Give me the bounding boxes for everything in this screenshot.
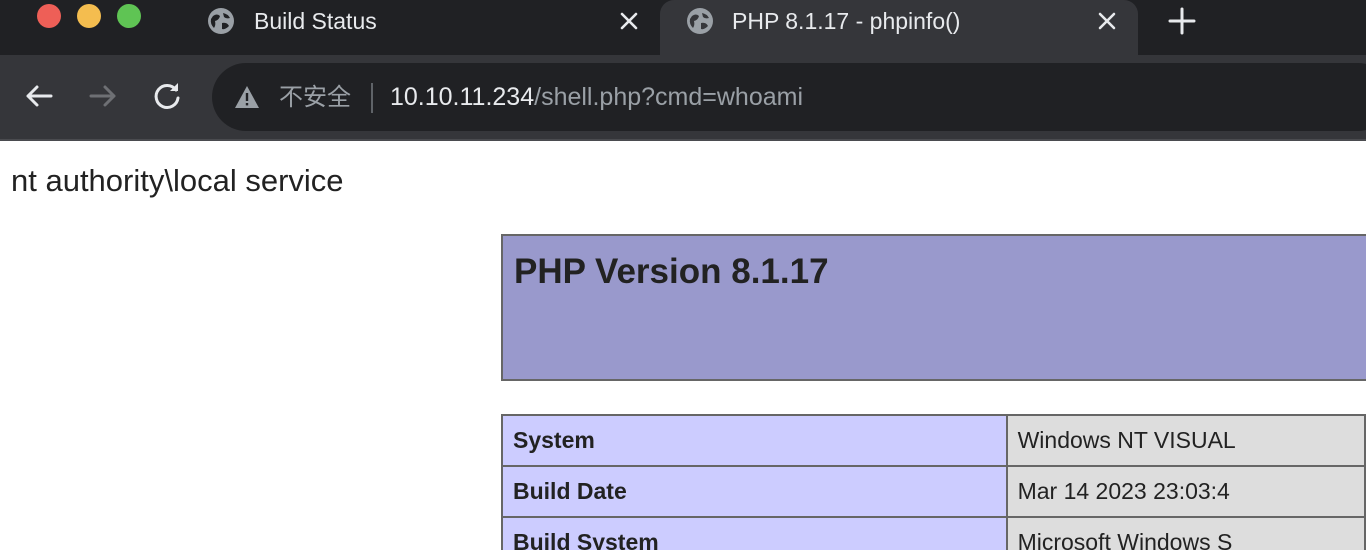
command-output: nt authority\local service (11, 163, 344, 198)
tab-title: PHP 8.1.17 - phpinfo() (732, 8, 961, 34)
toolbar: 不安全 10.10.11.234/shell.php?cmd=whoami (0, 55, 1366, 139)
row-value: Mar 14 2023 23:03:4 (1005, 465, 1366, 518)
url-host: 10.10.11.234 (390, 83, 535, 111)
table-row: Build Date Mar 14 2023 23:03:4 (501, 465, 1366, 518)
window-minimize-button[interactable] (77, 4, 101, 28)
close-icon[interactable] (618, 10, 640, 32)
phpinfo-header: PHP Version 8.1.17 (501, 234, 1366, 381)
table-row: System Windows NT VISUAL (501, 414, 1366, 467)
not-secure-label[interactable]: 不安全 (279, 82, 351, 112)
phpinfo-table: System Windows NT VISUAL Build Date Mar … (501, 414, 1366, 550)
url-text[interactable]: 10.10.11.234/shell.php?cmd=whoami (390, 82, 803, 112)
row-key: System (501, 414, 1008, 467)
tab-phpinfo[interactable]: PHP 8.1.17 - phpinfo() (660, 0, 1138, 55)
php-version-title: PHP Version 8.1.17 (514, 252, 829, 291)
warning-icon[interactable] (234, 84, 260, 110)
tab-build-status[interactable]: Build Status (190, 0, 660, 55)
row-value: Windows NT VISUAL (1005, 414, 1366, 467)
row-key: Build System (501, 516, 1008, 550)
row-key: Build Date (501, 465, 1008, 518)
page-content: nt authority\local service PHP Version 8… (0, 141, 1366, 550)
address-bar-divider (371, 83, 373, 113)
window-close-button[interactable] (37, 4, 61, 28)
reload-icon[interactable] (150, 79, 184, 113)
address-bar[interactable]: 不安全 10.10.11.234/shell.php?cmd=whoami (212, 63, 1366, 131)
tab-strip: Build Status PHP 8.1.17 - phpinfo() (0, 0, 1366, 55)
tab-title: Build Status (254, 8, 377, 34)
forward-arrow-icon[interactable] (86, 79, 120, 113)
back-arrow-icon[interactable] (22, 79, 56, 113)
window-zoom-button[interactable] (117, 4, 141, 28)
row-value: Microsoft Windows S (1005, 516, 1366, 550)
globe-icon (208, 8, 234, 34)
new-tab-plus-icon[interactable] (1167, 6, 1197, 36)
browser-chrome: Build Status PHP 8.1.17 - phpinfo() 不安全 … (0, 0, 1366, 141)
globe-icon (687, 8, 713, 34)
close-icon[interactable] (1096, 10, 1118, 32)
url-path: /shell.php?cmd=whoami (534, 83, 804, 111)
table-row: Build System Microsoft Windows S (501, 516, 1366, 550)
